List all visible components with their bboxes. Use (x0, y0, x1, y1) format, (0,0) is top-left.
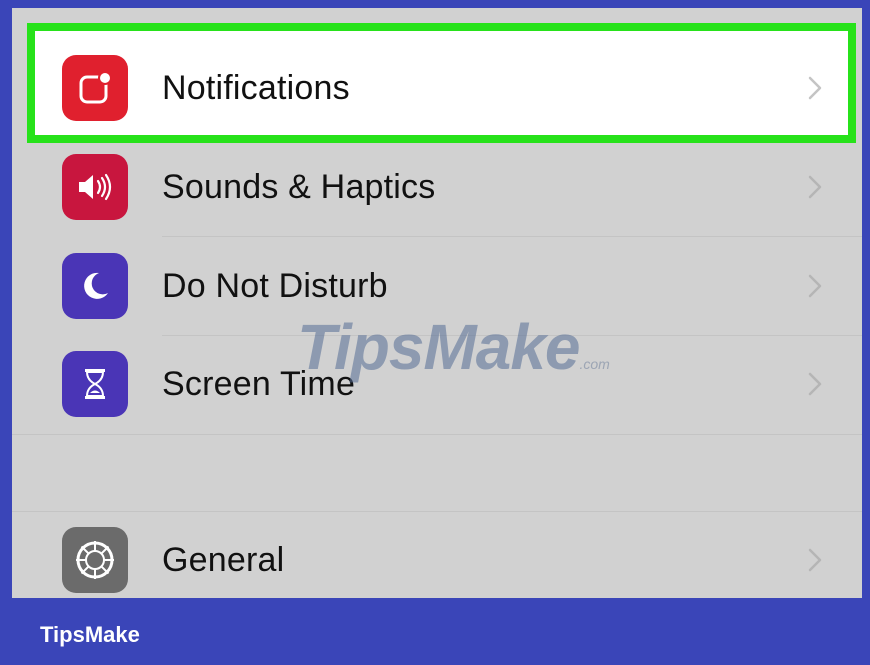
chevron-right-icon (808, 175, 822, 199)
gear-icon (62, 527, 128, 593)
watermark: TipsMake.com (297, 310, 610, 384)
chevron-right-icon (808, 372, 822, 396)
do-not-disturb-label: Do Not Disturb (162, 266, 388, 305)
watermark-suffix: .com (579, 356, 610, 372)
speaker-icon (62, 154, 128, 220)
chevron-right-icon (808, 548, 822, 572)
chevron-right-icon (808, 274, 822, 298)
hourglass-icon (62, 351, 128, 417)
frame: Notifications Sounds & Haptics Do Not Di… (0, 0, 870, 665)
settings-screen: Notifications Sounds & Haptics Do Not Di… (12, 8, 862, 598)
general-label: General (162, 540, 285, 579)
chevron-right-icon (808, 76, 822, 100)
moon-icon (62, 253, 128, 319)
watermark-text: TipsMake (297, 311, 580, 383)
settings-item-general[interactable]: General (12, 511, 862, 598)
settings-item-sounds-haptics[interactable]: Sounds & Haptics (12, 138, 862, 236)
notifications-icon (62, 55, 128, 121)
notifications-label: Notifications (162, 68, 350, 107)
sounds-haptics-label: Sounds & Haptics (162, 167, 436, 206)
footer-brand: TipsMake (40, 622, 140, 647)
section-separator (12, 434, 862, 435)
settings-item-notifications[interactable]: Notifications (12, 39, 862, 137)
